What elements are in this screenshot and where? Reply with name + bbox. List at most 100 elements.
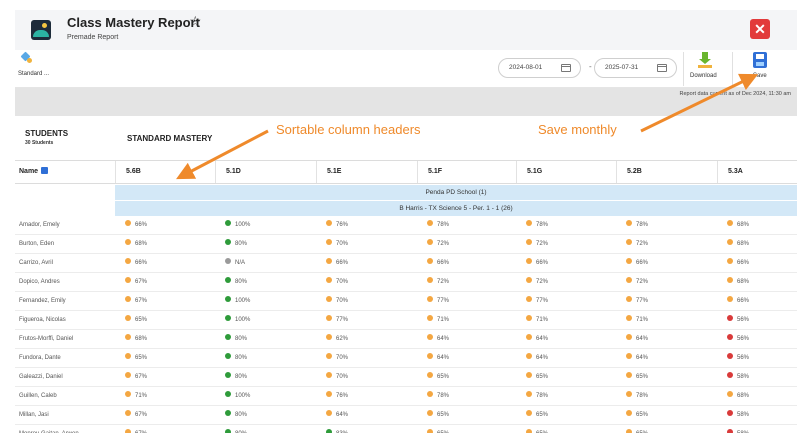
mastery-status-dot [626, 410, 632, 417]
download-icon[interactable] [698, 52, 712, 68]
mastery-cell: 76% [326, 216, 348, 235]
mastery-cell: 65% [626, 406, 648, 425]
mastery-cell: 67% [125, 292, 147, 311]
mastery-cell: 66% [326, 254, 348, 273]
table-row[interactable]: Monroy-Gaitan, Arwen 67% 80% 83% 65% 65% 65% 58… [15, 425, 797, 433]
close-button[interactable]: ✕ [750, 19, 770, 39]
table-row[interactable]: Figueroa, Nicolas 65% 100% 77% 71% 71% 71% 56% [15, 311, 797, 330]
mastery-cell: 68% [727, 273, 749, 292]
student-name[interactable]: Fundora, Dante [19, 349, 61, 368]
mastery-status-dot [727, 315, 733, 322]
mastery-value: 76% [336, 222, 349, 228]
mastery-status-dot [125, 429, 131, 433]
mastery-cell: 72% [626, 235, 648, 254]
sort-icon[interactable] [41, 166, 49, 174]
mastery-value: 80% [235, 279, 248, 285]
table-row[interactable]: Amador, Emely 66% 100% 76% 78% 78% 78% 68% [15, 216, 797, 235]
mastery-status-dot [125, 220, 131, 227]
column-header-2[interactable]: 5.1E [316, 161, 417, 183]
annotation-sortable: Sortable column headers [276, 122, 421, 137]
mastery-value: 66% [737, 260, 750, 266]
mastery-cell: 100% [225, 387, 250, 406]
page-subtitle: Premade Report [67, 34, 119, 41]
column-header-1[interactable]: 5.1D [215, 161, 316, 183]
student-name[interactable]: Fernandez, Emily [19, 292, 66, 311]
calendar-icon[interactable] [657, 64, 667, 72]
mastery-status-dot [225, 372, 231, 379]
student-name[interactable]: Frutos-Morffi, Daniel [19, 330, 73, 349]
mastery-cell: 71% [125, 387, 147, 406]
mastery-status-dot [326, 315, 332, 322]
mastery-cell: 78% [626, 216, 648, 235]
column-header-3[interactable]: 5.1F [417, 161, 516, 183]
table-header: Name 5.6B 5.1D 5.1E 5.1F 5.1G 5.2B 5.3A [15, 160, 797, 184]
save-button[interactable]: Save [753, 73, 767, 79]
column-header-name[interactable]: Name [15, 161, 115, 183]
student-name[interactable]: Carrizo, Avril [19, 254, 53, 273]
student-name[interactable]: Guillen, Caleb [19, 387, 57, 406]
table-row[interactable]: Guillen, Caleb 71% 100% 76% 78% 78% 78% 68% [15, 387, 797, 406]
start-date-input[interactable]: 2024-08-01 [498, 58, 581, 78]
mastery-value: 64% [536, 336, 549, 342]
standard-filter-icon[interactable] [19, 51, 33, 65]
calendar-icon[interactable] [561, 64, 571, 72]
student-name[interactable]: Amador, Emely [19, 216, 60, 235]
mastery-cell: 64% [626, 330, 648, 349]
mastery-value: 77% [636, 298, 649, 304]
mastery-status-dot [225, 410, 231, 417]
mastery-value: 56% [737, 336, 750, 342]
student-name[interactable]: Figueroa, Nicolas [19, 311, 66, 330]
table-row[interactable]: Fernandez, Emily 67% 100% 70% 77% 77% 77% 66% [15, 292, 797, 311]
student-name[interactable]: Dopico, Andres [19, 273, 60, 292]
students-heading: STUDENTS [25, 129, 69, 138]
mastery-value: 68% [135, 336, 148, 342]
mastery-cell: 100% [225, 311, 250, 330]
mastery-status-dot [225, 334, 231, 341]
mastery-value: 80% [235, 412, 248, 418]
mastery-value: 65% [536, 412, 549, 418]
star-outline-icon[interactable]: ☆ [189, 13, 202, 30]
download-button[interactable]: Download [690, 73, 717, 79]
mastery-status-dot [427, 410, 433, 417]
mastery-value: 65% [636, 412, 649, 418]
mastery-value: 76% [336, 393, 349, 399]
school-group-row: Penda PD School (1) [115, 185, 797, 200]
table-row[interactable]: Burton, Eden 68% 80% 70% 72% 72% 72% 68% [15, 235, 797, 254]
column-header-4[interactable]: 5.1G [516, 161, 616, 183]
save-icon[interactable] [753, 52, 767, 68]
mastery-cell: 78% [526, 216, 548, 235]
mastery-value: 71% [135, 393, 148, 399]
student-name[interactable]: Monroy-Gaitan, Arwen [19, 425, 79, 433]
annotation-save-monthly: Save monthly [538, 122, 617, 137]
mastery-status-dot [727, 258, 733, 265]
mastery-cell: 58% [727, 406, 749, 425]
table-row[interactable]: Millan, Jasi 67% 80% 64% 65% 65% 65% 58% [15, 406, 797, 425]
mastery-status-dot [727, 391, 733, 398]
column-header-0[interactable]: 5.6B [115, 161, 215, 183]
table-row[interactable]: Frutos-Morffi, Daniel 68% 80% 62% 64% 64% 64% 5… [15, 330, 797, 349]
table-row[interactable]: Fundora, Dante 65% 80% 70% 64% 64% 64% 56% [15, 349, 797, 368]
column-header-6[interactable]: 5.3A [717, 161, 797, 183]
report-info-band: Report data current as of Dec 2024, 11:3… [15, 88, 797, 116]
mastery-value: 67% [135, 298, 148, 304]
table-row[interactable]: Dopico, Andres 67% 80% 70% 72% 72% 72% 68% [15, 273, 797, 292]
table-row[interactable]: Galeazzi, Daniel 67% 80% 70% 65% 65% 65% 58% [15, 368, 797, 387]
mastery-cell: 80% [225, 330, 247, 349]
mastery-cell: 80% [225, 273, 247, 292]
mastery-status-dot [225, 239, 231, 246]
column-header-5[interactable]: 5.2B [616, 161, 717, 183]
mastery-cell: 83% [326, 425, 348, 433]
end-date-input[interactable]: 2025-07-31 [594, 58, 677, 78]
mastery-value: 65% [437, 412, 450, 418]
toolbar-divider [683, 52, 684, 86]
mastery-status-dot [326, 277, 332, 284]
standard-filter-label[interactable]: Standard ... [18, 71, 49, 77]
student-name[interactable]: Millan, Jasi [19, 406, 49, 425]
mastery-cell: 67% [125, 425, 147, 433]
student-name[interactable]: Burton, Eden [19, 235, 54, 254]
mastery-status-dot [326, 353, 332, 360]
table-row[interactable]: Carrizo, Avril 66% N/A 66% 66% 66% 66% 66% [15, 254, 797, 273]
mastery-value: 64% [336, 412, 349, 418]
mastery-status-dot [326, 258, 332, 265]
student-name[interactable]: Galeazzi, Daniel [19, 368, 63, 387]
